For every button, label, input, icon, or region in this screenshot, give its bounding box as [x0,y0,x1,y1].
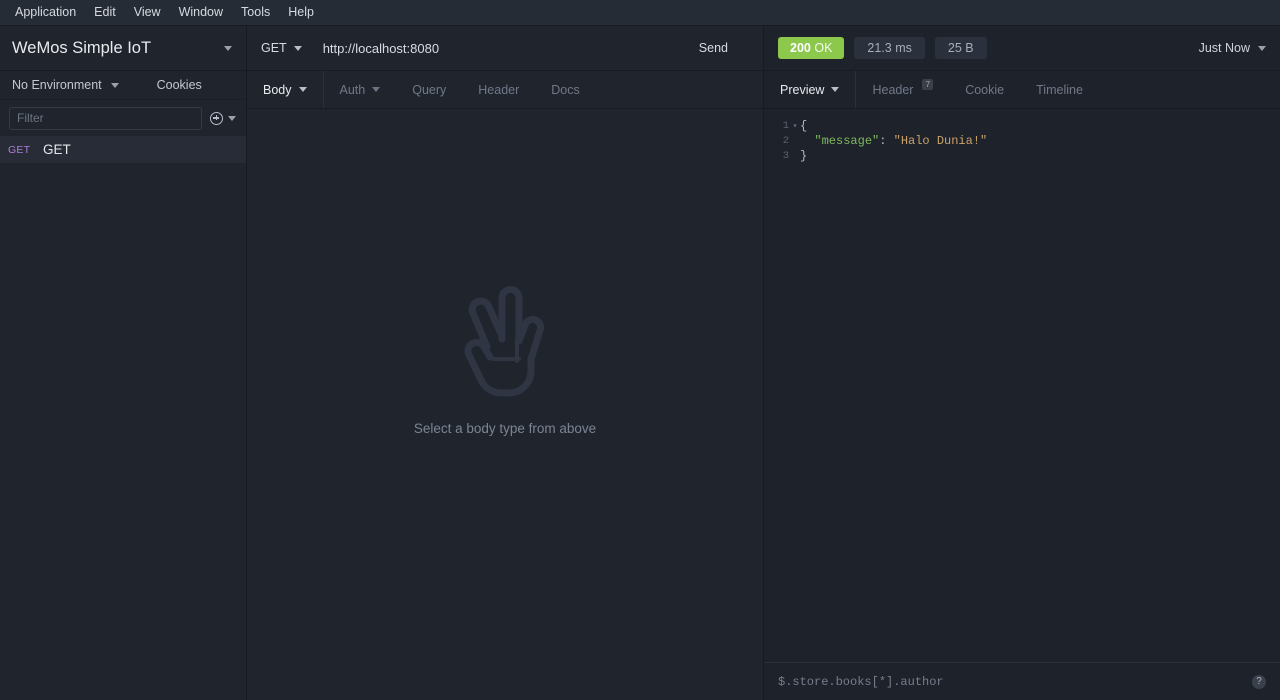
code-line: 2 "message": "Halo Dunia!" [764,134,1280,149]
response-body-viewer[interactable]: 1 ▾ { 2 "message": "Halo Dunia!" 3 } [764,109,1280,662]
peace-hand-icon [457,283,553,401]
tab-auth-label: Auth [340,83,366,97]
tab-docs-label: Docs [551,83,579,97]
response-time-badge: 21.3 ms [854,37,924,60]
header-count-badge: 7 [922,79,933,90]
tab-body-label: Body [263,83,292,97]
tab-timeline-label: Timeline [1036,83,1083,97]
jsonpath-input[interactable] [778,675,1252,689]
environment-row: No Environment Cookies [0,71,246,100]
code-indent [800,134,814,148]
code-line: 1 ▾ { [764,119,1280,134]
chevron-down-icon [831,87,839,92]
send-button[interactable]: Send [699,41,746,55]
chevron-down-icon [372,87,380,92]
response-history-dropdown[interactable]: Just Now [1199,41,1266,55]
cookies-button[interactable]: Cookies [157,78,202,92]
workspace-switcher[interactable]: WeMos Simple IoT [0,26,246,71]
json-colon: : [879,134,893,148]
fold-spacer [790,149,800,164]
status-code-value: 200 [790,41,811,55]
question-circle-icon[interactable]: ? [1252,675,1266,689]
http-method-dropdown[interactable]: GET [261,41,302,55]
line-number: 3 [764,149,790,164]
menu-bar: Application Edit View Window Tools Help [0,0,1280,26]
tab-auth[interactable]: Auth [324,71,397,108]
fold-spacer [790,134,800,149]
menu-item-tools[interactable]: Tools [232,3,279,22]
response-status-bar: 200 OK 21.3 ms 25 B Just Now [764,26,1280,71]
tab-preview-label: Preview [780,83,824,97]
environment-selector-label[interactable]: No Environment [12,78,102,92]
tab-body[interactable]: Body [247,71,324,108]
menu-item-view[interactable]: View [125,3,170,22]
status-code-text: OK [814,41,832,55]
menu-item-window[interactable]: Window [170,3,232,22]
tab-header[interactable]: Header [462,71,535,108]
request-list: GET GET [0,136,246,700]
line-number: 1 [764,119,790,134]
chevron-down-icon [294,46,302,51]
tab-query-label: Query [412,83,446,97]
sidebar: WeMos Simple IoT No Environment Cookies … [0,26,247,700]
request-name-label: GET [43,142,71,157]
json-value: "Halo Dunia!" [894,134,988,148]
http-method-label: GET [261,41,287,55]
request-pane: GET http://localhost:8080 Send Body Auth… [247,26,764,700]
tab-cookie-label: Cookie [965,83,1004,97]
circle-plus-icon[interactable] [210,112,223,125]
status-badge: 200 OK [778,37,844,60]
code-text: { [800,119,807,134]
workspace-title: WeMos Simple IoT [12,39,224,58]
empty-state-label: Select a body type from above [414,421,596,436]
response-tab-bar: Preview Header 7 Cookie Timeline [764,71,1280,109]
tab-header-label: Header [478,83,519,97]
chevron-down-icon[interactable] [228,116,236,121]
app-body: WeMos Simple IoT No Environment Cookies … [0,26,1280,700]
code-text: "message": "Halo Dunia!" [800,134,987,149]
menu-item-application[interactable]: Application [6,3,85,22]
request-method-label: GET [8,144,40,156]
tab-response-header[interactable]: Header 7 [856,71,949,108]
code-line: 3 } [764,149,1280,164]
tab-preview[interactable]: Preview [764,71,856,108]
url-bar: GET http://localhost:8080 Send [247,26,763,71]
url-input[interactable]: http://localhost:8080 [323,41,699,56]
jsonpath-filter-bar: ? [764,662,1280,700]
chevron-down-icon [299,87,307,92]
tab-query[interactable]: Query [396,71,462,108]
tab-timeline[interactable]: Timeline [1020,71,1099,108]
tab-docs[interactable]: Docs [535,71,595,108]
response-history-label: Just Now [1199,41,1250,55]
menu-item-help[interactable]: Help [279,3,323,22]
chevron-down-icon [1258,46,1266,51]
response-pane: 200 OK 21.3 ms 25 B Just Now Preview Hea… [764,26,1280,700]
tab-cookie[interactable]: Cookie [949,71,1020,108]
request-body-empty-state: Select a body type from above [247,109,763,700]
json-key: "message" [814,134,879,148]
filter-input[interactable] [9,107,202,130]
list-item[interactable]: GET GET [0,136,246,163]
request-tab-bar: Body Auth Query Header Docs [247,71,763,109]
line-number: 2 [764,134,790,149]
add-request-group[interactable] [210,112,236,125]
filter-row [0,100,246,136]
menu-item-edit[interactable]: Edit [85,3,125,22]
code-text: } [800,149,807,164]
chevron-down-icon [224,46,232,51]
chevron-down-icon[interactable] [111,83,119,88]
fold-arrow-icon[interactable]: ▾ [790,119,800,134]
tab-response-header-label: Header [872,83,913,97]
response-size-badge: 25 B [935,37,987,60]
